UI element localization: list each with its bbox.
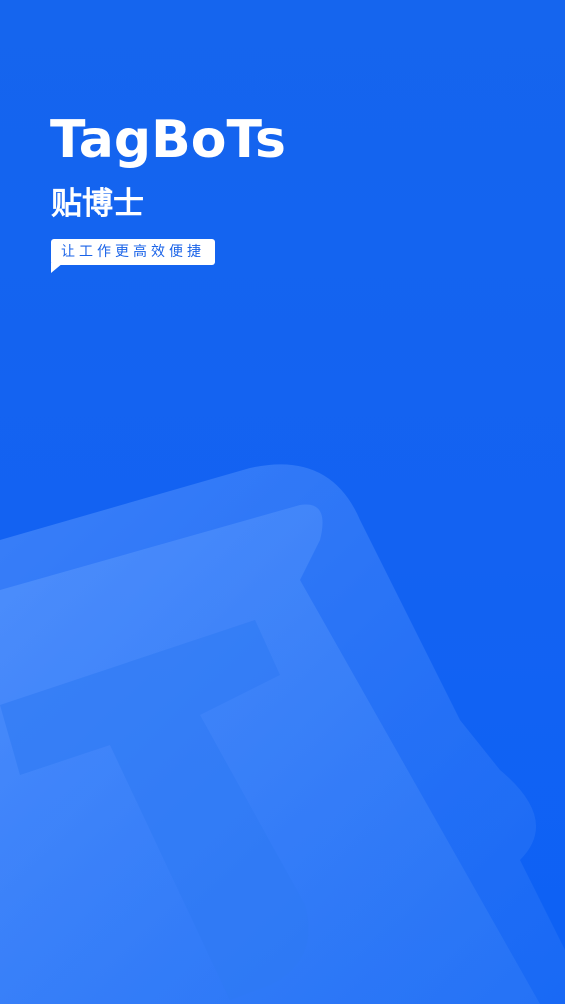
slogan-text: 让工作更高效便捷 <box>61 244 205 260</box>
app-name: TagBoTs <box>50 110 286 170</box>
splash-screen: TagBoTs 贴博士 让工作更高效便捷 <box>0 0 565 1004</box>
slogan-bubble: 让工作更高效便捷 <box>51 239 215 273</box>
app-name-cn: 贴博士 <box>51 186 144 222</box>
